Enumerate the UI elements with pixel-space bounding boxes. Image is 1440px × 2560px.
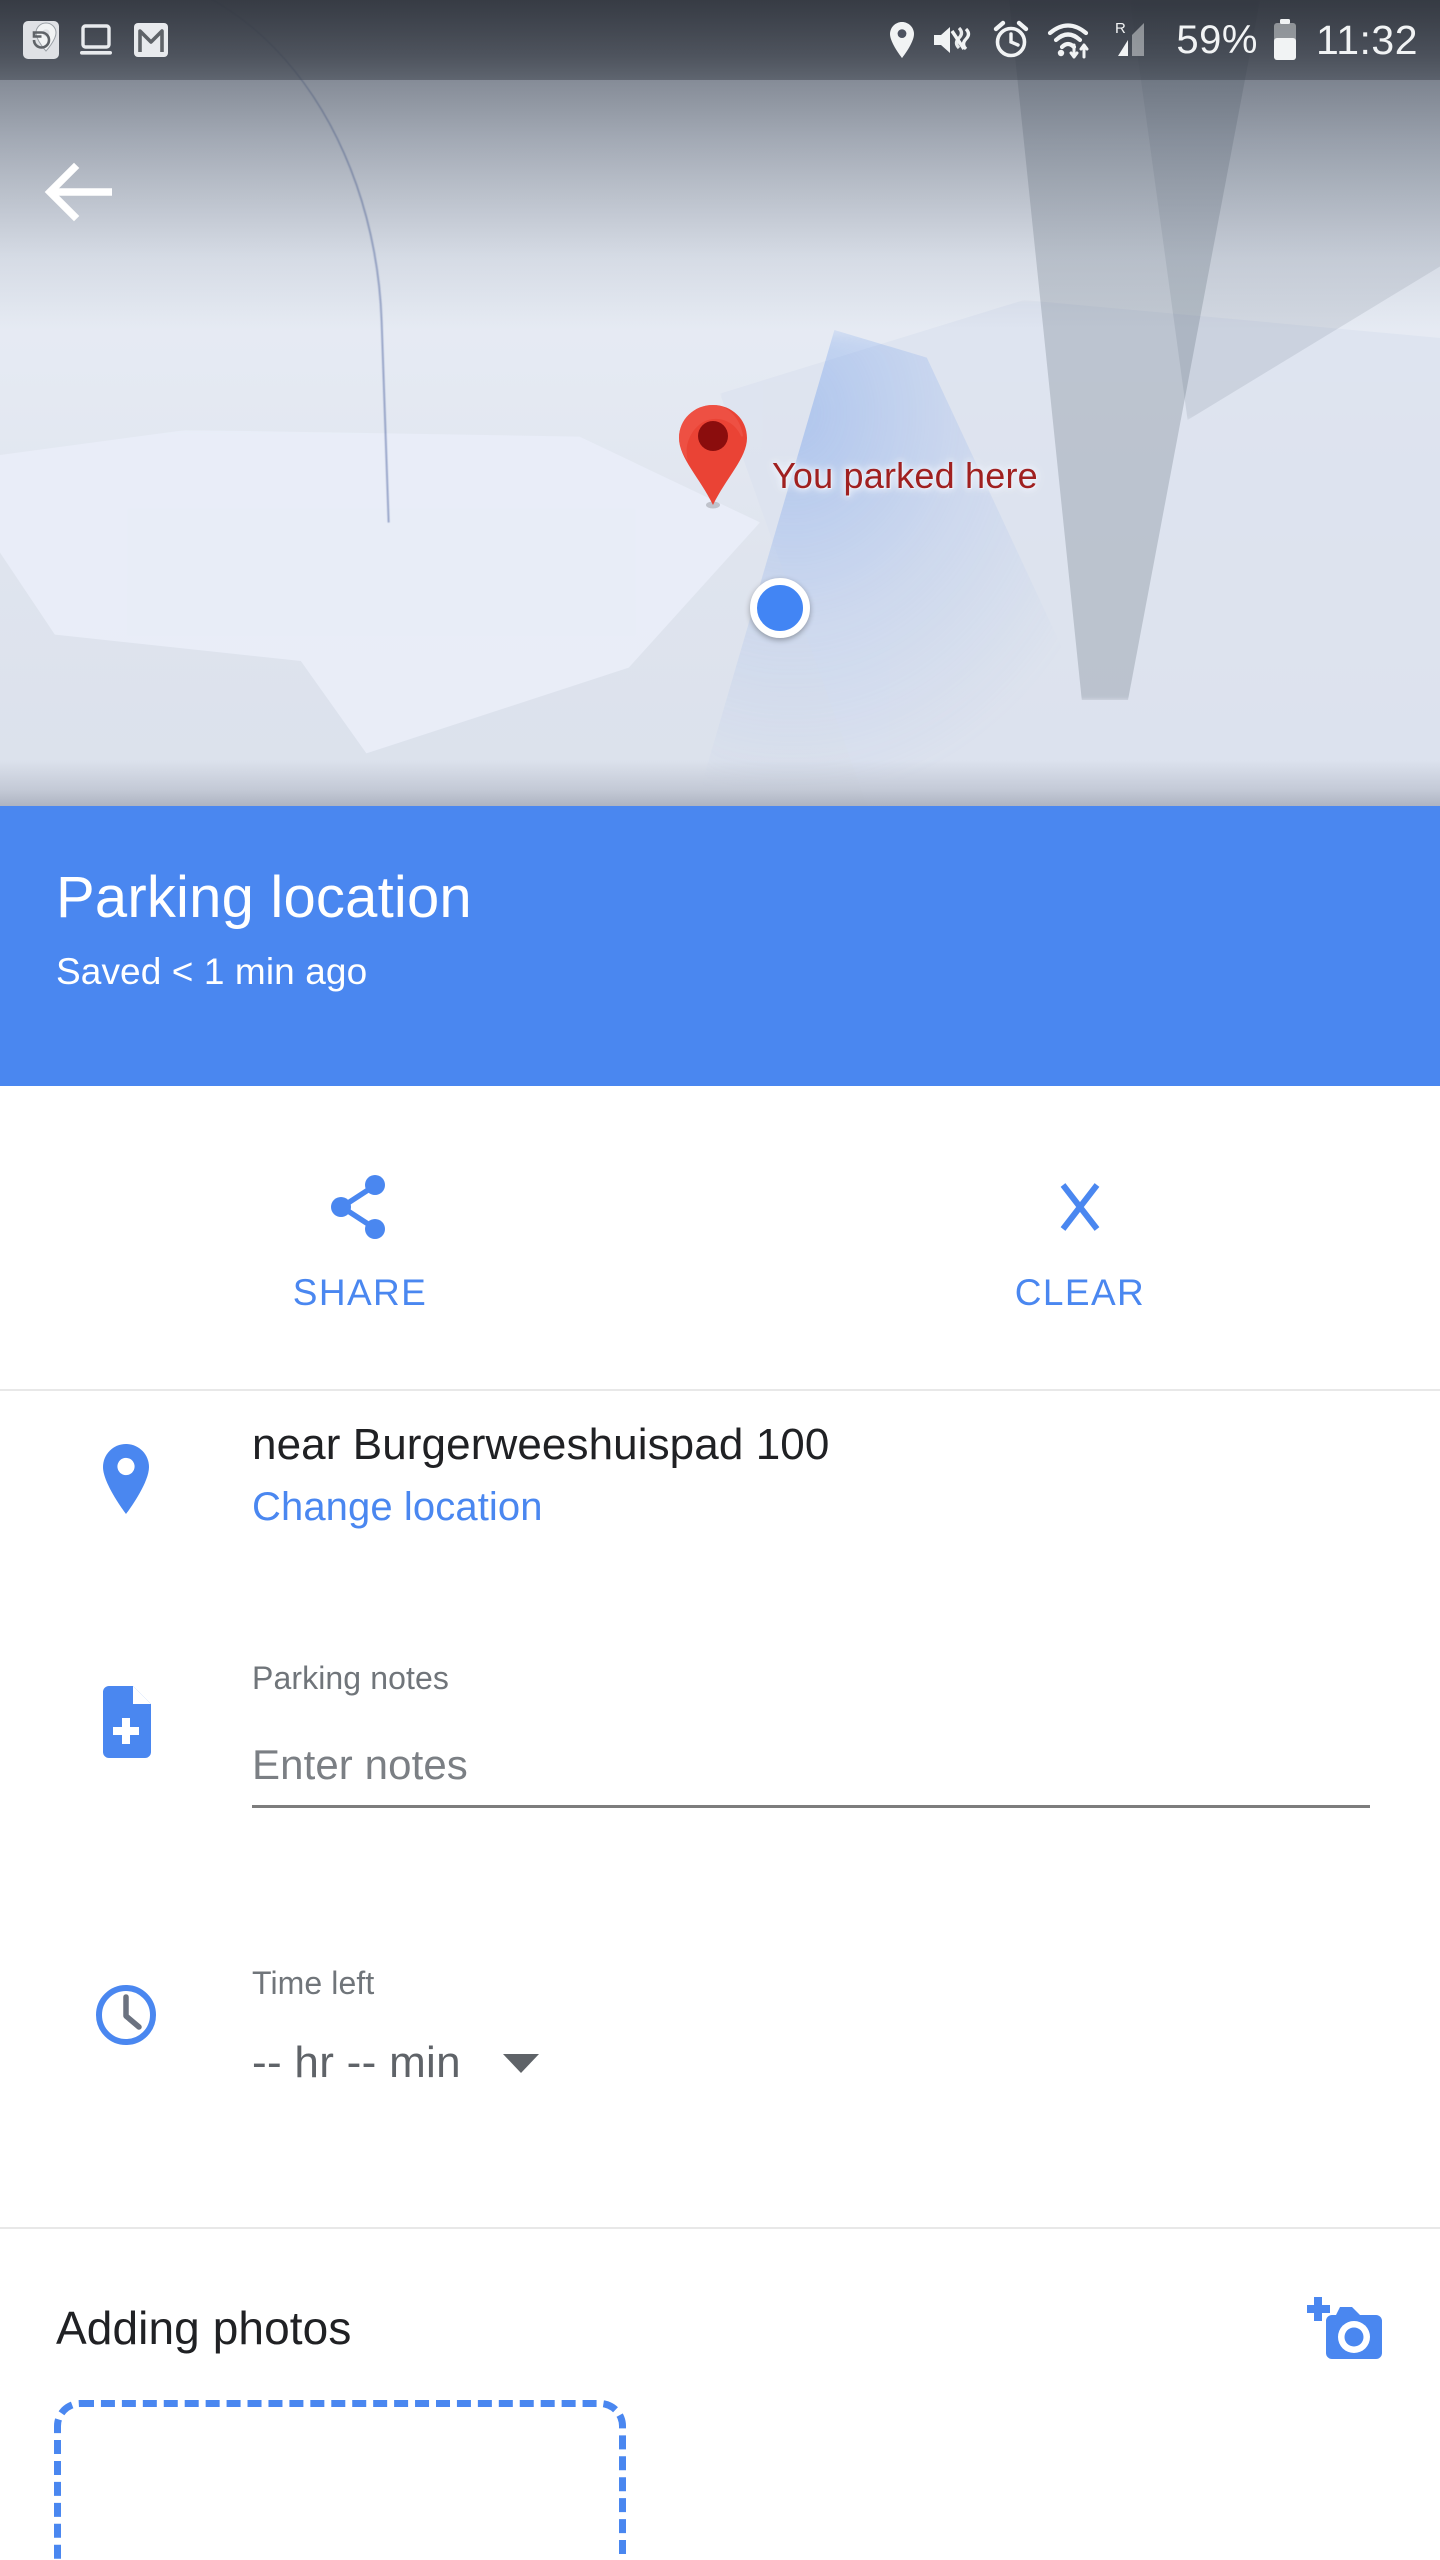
close-x-icon <box>1047 1172 1113 1242</box>
alarm-icon <box>990 19 1032 61</box>
cast-screen-icon <box>76 20 116 60</box>
parking-notes-row: Parking notes <box>0 1660 1440 1920</box>
time-left-value: -- hr -- min <box>252 2038 461 2088</box>
clear-button[interactable]: CLEAR <box>720 1086 1440 1390</box>
photo-dropzone[interactable] <box>54 2400 626 2560</box>
location-icon <box>888 20 916 60</box>
parking-location-header: Parking location Saved < 1 min ago <box>0 806 1440 1086</box>
share-button[interactable]: SHARE <box>0 1086 720 1390</box>
battery-percent-label: 59% <box>1176 20 1258 60</box>
add-a-photo-icon <box>1306 2291 1384 2365</box>
time-row-body: Time left -- hr -- min <box>252 1965 1440 2195</box>
parking-notes-label: Parking notes <box>252 1660 1370 1697</box>
my-location-dot[interactable] <box>750 578 810 638</box>
parked-here-label: You parked here <box>772 455 1038 497</box>
photos-header: Adding photos <box>56 2291 1384 2365</box>
back-button[interactable] <box>28 140 132 244</box>
section-divider-top <box>0 1389 1440 1391</box>
notes-row-icon-slot <box>0 1660 252 1920</box>
svg-text:R: R <box>1115 20 1126 37</box>
time-row-icon-slot <box>0 1965 252 2195</box>
photos-section-title: Adding photos <box>56 2301 351 2355</box>
saved-timestamp: Saved < 1 min ago <box>56 951 1384 993</box>
wifi-data-icon <box>1046 19 1100 61</box>
location-row-icon-slot <box>0 1420 252 1660</box>
status-bar-left-icons <box>22 18 170 62</box>
parked-pin-marker[interactable] <box>674 402 752 510</box>
share-icon <box>327 1172 393 1242</box>
notes-input[interactable] <box>252 1741 1370 1789</box>
location-row[interactable]: near Burgerweeshuispad 100 Change locati… <box>0 1420 1440 1660</box>
clock-icon <box>94 1983 158 2047</box>
time-left-label: Time left <box>252 1965 1370 2002</box>
notes-row-body: Parking notes <box>252 1660 1440 1920</box>
share-button-label: SHARE <box>293 1272 427 1314</box>
status-bar-clock: 11:32 <box>1316 20 1418 61</box>
location-address: near Burgerweeshuispad 100 <box>252 1420 1370 1469</box>
caret-down-icon <box>503 2054 539 2073</box>
map-view[interactable]: You parked here <box>0 0 1440 806</box>
location-row-body: near Burgerweeshuispad 100 Change locati… <box>252 1420 1440 1660</box>
google-maps-icon <box>22 18 60 62</box>
notes-input-underline <box>252 1741 1370 1808</box>
page-title: Parking location <box>56 868 1384 929</box>
gmail-icon <box>132 19 170 61</box>
action-button-row: SHARE CLEAR <box>0 1086 1440 1390</box>
vibrate-mute-icon <box>930 20 976 60</box>
status-bar: R 59% 11:32 <box>0 0 1440 80</box>
add-photo-button[interactable] <box>1306 2291 1384 2365</box>
time-left-dropdown[interactable]: -- hr -- min <box>252 2038 539 2088</box>
battery-icon <box>1272 18 1298 62</box>
back-arrow-icon <box>44 162 116 222</box>
clear-button-label: CLEAR <box>1015 1272 1145 1314</box>
signal-roaming-icon: R <box>1114 18 1162 62</box>
time-left-row: Time left -- hr -- min <box>0 1965 1440 2195</box>
note-add-icon <box>93 1682 159 1764</box>
status-bar-right-icons: R 59% 11:32 <box>888 18 1418 62</box>
change-location-link[interactable]: Change location <box>252 1485 1370 1530</box>
map-pin-icon <box>99 1442 153 1516</box>
red-map-pin-icon <box>674 402 752 510</box>
parking-location-screen: You parked here <box>0 0 1440 2560</box>
